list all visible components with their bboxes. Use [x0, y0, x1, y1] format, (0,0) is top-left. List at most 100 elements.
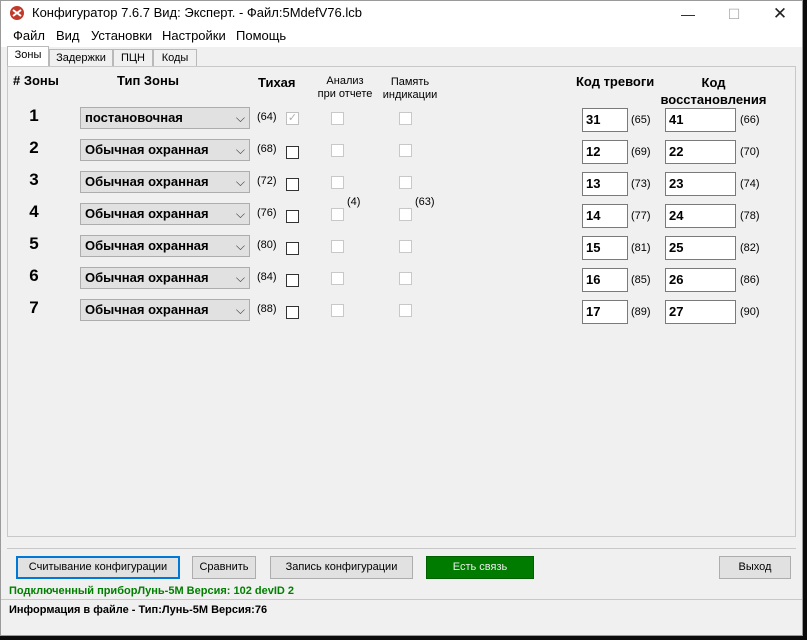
restore-code-ref: (66)	[740, 114, 760, 126]
menu-settings[interactable]: Настройки	[162, 28, 226, 43]
memory-checkbox[interactable]	[399, 176, 412, 189]
connection-status-indicator: Есть связь	[426, 556, 534, 579]
header-silent: Тихая	[258, 75, 296, 90]
alarm-code-ref: (77)	[631, 210, 651, 222]
zone-type-value: постановочная	[85, 110, 183, 125]
app-icon	[9, 5, 25, 21]
analysis-checkbox[interactable]	[331, 272, 344, 285]
restore-code-field[interactable]: 26	[665, 268, 736, 292]
restore-code-field[interactable]: 22	[665, 140, 736, 164]
analysis-checkbox[interactable]	[331, 208, 344, 221]
alarm-code-field[interactable]: 14	[582, 204, 628, 228]
alarm-code-ref: (73)	[631, 178, 651, 190]
divider	[7, 548, 796, 549]
menu-settings-install[interactable]: Установки	[91, 28, 152, 43]
write-config-button[interactable]: Запись конфигурации	[270, 556, 413, 579]
zone-type-select[interactable]: Обычная охранная ⌵	[80, 139, 250, 161]
tab-zones[interactable]: Зоны	[7, 46, 49, 67]
alarm-code-field[interactable]: 17	[582, 300, 628, 324]
maximize-button[interactable]: ☐	[711, 1, 757, 27]
zone-type-value: Обычная охранная	[85, 206, 209, 221]
restore-code-field[interactable]: 25	[665, 236, 736, 260]
silent-checkbox[interactable]	[286, 242, 299, 255]
analysis-checkbox[interactable]	[331, 304, 344, 317]
minimize-button[interactable]: —	[665, 1, 711, 27]
zone-type-select[interactable]: Обычная охранная ⌵	[80, 171, 250, 193]
alarm-code-ref: (69)	[631, 146, 651, 158]
header-zone-type: Тип Зоны	[117, 73, 179, 88]
silent-checkbox[interactable]	[286, 210, 299, 223]
header-zone-num: # Зоны	[13, 73, 59, 88]
alarm-code-field[interactable]: 13	[582, 172, 628, 196]
silent-checkbox[interactable]	[286, 306, 299, 319]
menu-help[interactable]: Помощь	[236, 28, 286, 43]
zone-type-ref: (84)	[257, 271, 277, 283]
zone-type-value: Обычная охранная	[85, 142, 209, 157]
zone-number: 2	[29, 138, 39, 157]
zone-number: 1	[29, 106, 39, 125]
memory-checkbox[interactable]	[399, 112, 412, 125]
zone-type-ref: (76)	[257, 207, 277, 219]
analysis-checkbox[interactable]	[331, 112, 344, 125]
zone-type-ref: (64)	[257, 111, 277, 123]
analysis-checkbox[interactable]	[331, 240, 344, 253]
alarm-code-ref: (89)	[631, 306, 651, 318]
alarm-code-field[interactable]: 31	[582, 108, 628, 132]
analysis-ref: (4)	[347, 196, 361, 208]
restore-code-ref: (82)	[740, 242, 760, 254]
read-config-button[interactable]: Считывание конфигурации	[16, 556, 180, 579]
restore-code-field[interactable]: 24	[665, 204, 736, 228]
chevron-down-icon: ⌵	[235, 303, 245, 317]
header-analysis: Анализ при отчете	[317, 75, 373, 100]
chevron-down-icon: ⌵	[235, 239, 245, 253]
zone-type-select[interactable]: Обычная охранная ⌵	[80, 267, 250, 289]
menu-view[interactable]: Вид	[56, 28, 80, 43]
menu-file[interactable]: Файл	[13, 28, 45, 43]
memory-checkbox[interactable]	[399, 304, 412, 317]
memory-checkbox[interactable]	[399, 208, 412, 221]
restore-code-ref: (86)	[740, 274, 760, 286]
status-divider	[1, 599, 802, 600]
alarm-code-field[interactable]: 15	[582, 236, 628, 260]
tab-delays[interactable]: Задержки	[49, 49, 113, 66]
memory-checkbox[interactable]	[399, 240, 412, 253]
restore-code-ref: (90)	[740, 306, 760, 318]
restore-code-ref: (70)	[740, 146, 760, 158]
restore-code-ref: (78)	[740, 210, 760, 222]
alarm-code-ref: (65)	[631, 114, 651, 126]
restore-code-field[interactable]: 23	[665, 172, 736, 196]
exit-button[interactable]: Выход	[719, 556, 791, 579]
tab-codes[interactable]: Коды	[153, 49, 197, 66]
zone-number: 3	[29, 170, 39, 189]
analysis-checkbox[interactable]	[331, 144, 344, 157]
zone-number: 6	[29, 266, 39, 285]
zone-number: 7	[29, 298, 39, 317]
memory-checkbox[interactable]	[399, 272, 412, 285]
alarm-code-field[interactable]: 16	[582, 268, 628, 292]
zone-type-select[interactable]: постановочная ⌵	[80, 107, 250, 129]
silent-checkbox[interactable]: ✓	[286, 112, 299, 125]
header-memory: Память индикации	[382, 76, 438, 101]
connected-device-status: Подключенный приборЛунь-5М Версия: 102 d…	[9, 585, 295, 597]
silent-checkbox[interactable]	[286, 274, 299, 287]
zone-type-select[interactable]: Обычная охранная ⌵	[80, 235, 250, 257]
zone-number: 4	[29, 202, 39, 221]
close-button[interactable]: ✕	[757, 1, 803, 27]
window-title: Конфигуратор 7.6.7 Вид: Эксперт. - Файл:…	[32, 5, 362, 20]
zone-type-select[interactable]: Обычная охранная ⌵	[80, 203, 250, 225]
compare-button[interactable]: Сравнить	[192, 556, 256, 579]
zone-type-ref: (80)	[257, 239, 277, 251]
silent-checkbox[interactable]	[286, 178, 299, 191]
zone-type-value: Обычная охранная	[85, 302, 209, 317]
memory-checkbox[interactable]	[399, 144, 412, 157]
restore-code-field[interactable]: 27	[665, 300, 736, 324]
alarm-code-field[interactable]: 12	[582, 140, 628, 164]
zone-type-select[interactable]: Обычная охранная ⌵	[80, 299, 250, 321]
header-restore-code: Код восстановления	[660, 75, 767, 107]
tab-pcn[interactable]: ПЦН	[113, 49, 153, 66]
silent-checkbox[interactable]	[286, 146, 299, 159]
memory-ref: (63)	[415, 196, 435, 208]
zone-type-value: Обычная охранная	[85, 174, 209, 189]
analysis-checkbox[interactable]	[331, 176, 344, 189]
restore-code-field[interactable]: 41	[665, 108, 736, 132]
